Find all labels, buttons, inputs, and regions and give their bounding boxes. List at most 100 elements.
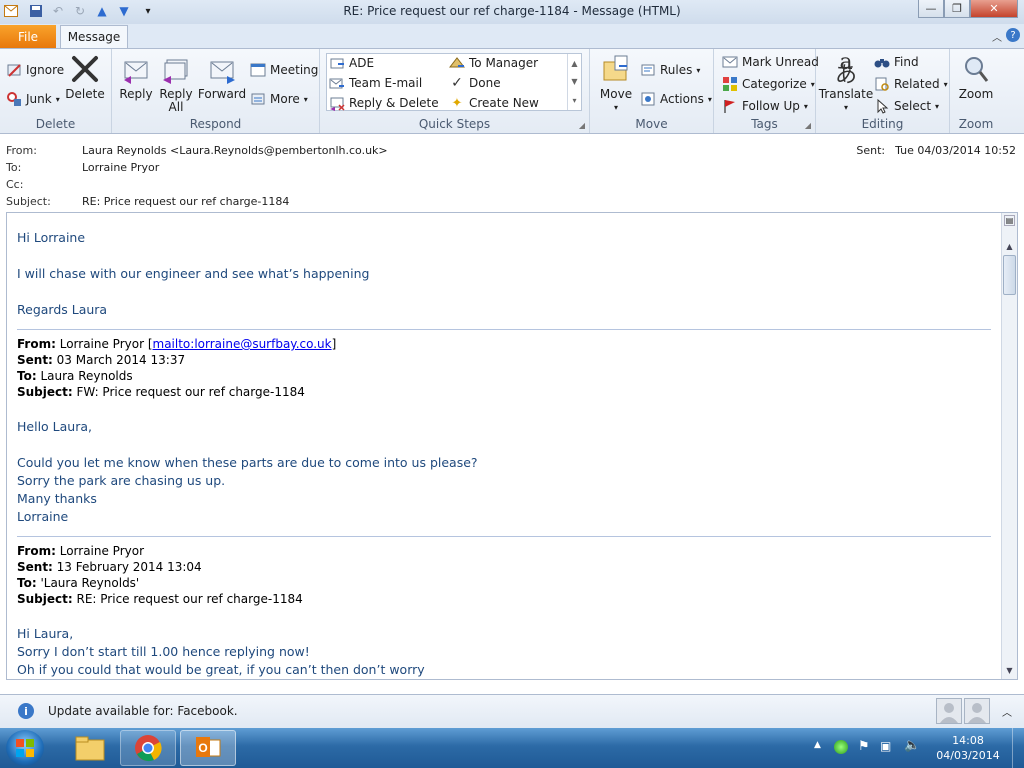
quickstep-done[interactable]: ✓ Done (449, 74, 500, 92)
reply-delete-icon (329, 95, 345, 111)
clock-date: 04/03/2014 (936, 749, 1000, 762)
explorer-taskbar-button[interactable] (62, 730, 118, 766)
quickstep-reply-delete[interactable]: Reply & Delete (329, 94, 439, 112)
contact-avatar-icon[interactable] (936, 698, 962, 724)
categorize-icon (722, 76, 738, 92)
to-manager-icon (449, 55, 465, 71)
delete-group-label: Delete (35, 117, 76, 131)
subject-row: Subject: RE: Price request our ref charg… (6, 195, 289, 211)
quote1-body: Could you let me know when these parts a… (17, 455, 478, 524)
expand-people-pane-icon[interactable]: ︿ (1002, 704, 1012, 719)
close-button[interactable]: ✕ (970, 0, 1018, 18)
update-notice[interactable]: Update available for: Facebook. (48, 704, 238, 718)
move-button[interactable]: Move ▾ (596, 53, 636, 114)
reply-all-icon (160, 53, 192, 85)
contact-avatar-icon[interactable] (964, 698, 990, 724)
tags-group-label: Tags (751, 117, 778, 131)
collapse-ribbon-icon[interactable]: ︿ (992, 29, 1002, 44)
scroll-up-arrow-icon[interactable]: ▲ (1002, 239, 1017, 253)
scroll-down-icon[interactable]: ▼ (571, 77, 577, 86)
mark-unread-button[interactable]: Mark Unread (722, 53, 819, 71)
move-group: Move ▾ Rules ▾ Actions ▾ Move (590, 49, 714, 133)
minimize-button[interactable]: — (918, 0, 944, 18)
dialog-launcher-icon[interactable]: ◢ (579, 121, 585, 130)
scroll-up-icon[interactable]: ▲ (571, 59, 577, 68)
signoff: Regards Laura (17, 302, 108, 317)
editing-group: aあ Translate ▾ Find Related ▾ Select ▾ Edi… (816, 49, 950, 133)
related-icon (874, 76, 890, 92)
volume-icon[interactable]: 🔈 (904, 738, 920, 753)
network-icon[interactable]: ▣ (880, 739, 891, 753)
from-value[interactable]: Laura Reynolds <Laura.Reynolds@pemberton… (82, 144, 388, 160)
rules-button[interactable]: Rules ▾ (640, 61, 700, 79)
tab-file[interactable]: File (0, 25, 56, 48)
reply-button[interactable]: Reply (118, 53, 154, 101)
quickstep-team-email[interactable]: Team E-mail (329, 74, 422, 92)
meeting-button[interactable]: Meeting (250, 61, 318, 79)
quickstep-ade[interactable]: ADE (329, 54, 374, 72)
sent-value: Tue 04/03/2014 10:52 (895, 144, 1016, 157)
translate-icon: aあ (834, 50, 857, 88)
chrome-icon (135, 735, 162, 762)
more-icon (250, 91, 266, 107)
from-row: From: Laura Reynolds <Laura.Reynolds@pem… (6, 144, 388, 160)
maximize-button[interactable]: ❐ (944, 0, 970, 18)
show-hidden-icons-icon[interactable]: ▲ (814, 740, 821, 750)
junk-button[interactable]: Junk ▾ (6, 90, 60, 108)
tab-message[interactable]: Message (60, 25, 128, 48)
forward-icon (206, 53, 238, 85)
subject-value: RE: Price request our ref charge-1184 (82, 195, 290, 208)
reply-all-button[interactable]: Reply All (158, 53, 194, 114)
status-green-icon[interactable] (834, 740, 848, 754)
people-pane-icon[interactable]: ▤ (1004, 215, 1015, 226)
respond-group-label: Respond (189, 117, 242, 131)
ignore-button[interactable]: Ignore (6, 61, 64, 79)
zoom-button[interactable]: Zoom (958, 53, 994, 101)
to-value[interactable]: Lorraine Pryor (82, 161, 159, 177)
tags-dialog-launcher-icon[interactable]: ◢ (805, 121, 811, 130)
actions-icon (640, 91, 656, 107)
flag-icon (722, 98, 738, 114)
rules-icon (640, 62, 656, 78)
delete-button[interactable]: Delete (65, 53, 105, 101)
sent-row: Sent: Tue 04/03/2014 10:52 (856, 144, 1016, 157)
forward-button[interactable]: Forward (198, 53, 246, 101)
more-button[interactable]: More ▾ (250, 90, 308, 108)
start-button[interactable] (6, 730, 44, 766)
actions-button[interactable]: Actions ▾ (640, 90, 712, 108)
message-body[interactable]: Hi Lorraine I will chase with our engine… (6, 212, 1018, 680)
outlook-taskbar-button[interactable]: O (180, 730, 236, 766)
related-button[interactable]: Related ▾ (874, 75, 948, 93)
help-icon[interactable]: ? (1006, 28, 1020, 42)
zoom-group-label: Zoom (958, 117, 994, 131)
scroll-down-arrow-icon[interactable]: ▼ (1002, 663, 1017, 677)
info-icon: i (18, 703, 34, 719)
title-bar: ↶ ↻ ▲ ▼ ▾ RE: Price request our ref char… (0, 0, 1024, 24)
folder-icon (75, 736, 105, 761)
quick-steps-scroller[interactable]: ▲ ▼ ▾ (567, 54, 581, 110)
find-button[interactable]: Find (874, 53, 919, 71)
move-folder-icon (600, 53, 632, 85)
delete-group: Ignore Junk ▾ Delete Delete (0, 49, 112, 133)
action-center-flag-icon[interactable]: ⚑ (858, 739, 870, 754)
chrome-taskbar-button[interactable] (120, 730, 176, 766)
outlook-message-window: ↶ ↻ ▲ ▼ ▾ RE: Price request our ref char… (0, 0, 1024, 728)
translate-button[interactable]: aあ Translate ▾ (819, 50, 874, 114)
quickstep-to-manager[interactable]: To Manager (449, 54, 538, 72)
select-button[interactable]: Select ▾ (874, 97, 939, 115)
categorize-button[interactable]: Categorize ▾ (722, 75, 815, 93)
quickstep-create-new[interactable]: ✦ Create New (449, 94, 539, 112)
greeting: Hi Lorraine (17, 230, 86, 245)
expand-gallery-icon[interactable]: ▾ (572, 96, 576, 105)
mark-unread-icon (722, 54, 738, 70)
quote2-body: Hi Laura, Sorry I don’t start till 1.00 … (17, 626, 425, 677)
tags-group: Mark Unread Categorize ▾ Follow Up ▾ Tags … (714, 49, 819, 133)
follow-up-button[interactable]: Follow Up ▾ (722, 97, 808, 115)
scroll-thumb[interactable] (1003, 255, 1016, 295)
show-desktop-button[interactable] (1012, 728, 1024, 768)
vertical-scrollbar[interactable]: ▤ ▲ ▼ (1001, 213, 1017, 679)
clock[interactable]: 14:08 04/03/2014 (930, 733, 1006, 763)
windows-logo-icon (16, 739, 34, 757)
mailto-link[interactable]: mailto:lorraine@surfbay.co.uk (153, 337, 332, 351)
windows-taskbar: O ▲ ⚑ ▣ 🔈 14:08 04/03/2014 (0, 728, 1024, 768)
